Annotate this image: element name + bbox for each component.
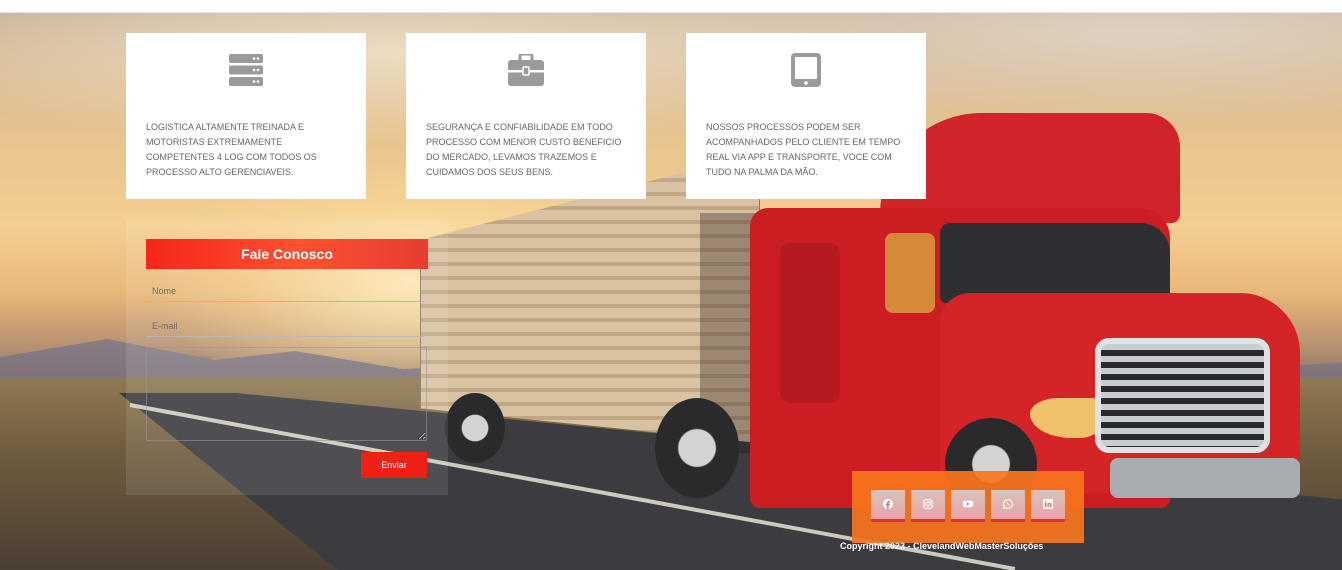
contact-form-title: Fale Conosco: [146, 239, 428, 269]
feature-text: NOSSOS PROCESSOS PODEM SER ACOMPANHADOS …: [706, 122, 901, 177]
linkedin-button[interactable]: [1031, 490, 1065, 522]
feature-text: LOGISTICA ALTAMENTE TREINADA E MOTORISTA…: [146, 122, 317, 177]
youtube-icon: [963, 496, 973, 514]
facebook-icon: [883, 496, 893, 514]
truck-window: [885, 233, 935, 313]
send-button[interactable]: Enviar: [361, 452, 427, 478]
youtube-button[interactable]: [951, 490, 985, 522]
truck-windshield: [940, 223, 1170, 303]
feature-text: SEGURANÇA E CONFIABILIDADE EM TODO PROCE…: [426, 122, 622, 177]
feature-card-security: SEGURANÇA E CONFIABILIDADE EM TODO PROCE…: [406, 33, 646, 199]
feature-card-tracking: NOSSOS PROCESSOS PODEM SER ACOMPANHADOS …: [686, 33, 926, 199]
whatsapp-icon: [1002, 496, 1013, 514]
feature-card-logistics: LOGISTICA ALTAMENTE TREINADA E MOTORISTA…: [126, 33, 366, 199]
name-input[interactable]: [146, 280, 424, 302]
tablet-icon: [788, 53, 824, 87]
truck-door: [780, 243, 840, 403]
truck-bumper: [1110, 458, 1300, 498]
whatsapp-button[interactable]: [991, 490, 1025, 522]
linkedin-icon: [1043, 496, 1053, 514]
email-input[interactable]: [146, 315, 424, 337]
copyright-text: Copyright 2023 - ClevelandWebMasterSoluç…: [840, 541, 1044, 551]
message-textarea[interactable]: [146, 347, 427, 441]
server-icon: [228, 53, 264, 87]
trailer-wheel: [445, 393, 505, 463]
rear-wheel: [655, 398, 739, 498]
facebook-button[interactable]: [871, 490, 905, 522]
briefcase-icon: [508, 53, 544, 87]
truck-grille: [1095, 338, 1270, 453]
instagram-button[interactable]: [911, 490, 945, 522]
top-bar: [0, 0, 1342, 13]
instagram-icon: [923, 496, 933, 514]
